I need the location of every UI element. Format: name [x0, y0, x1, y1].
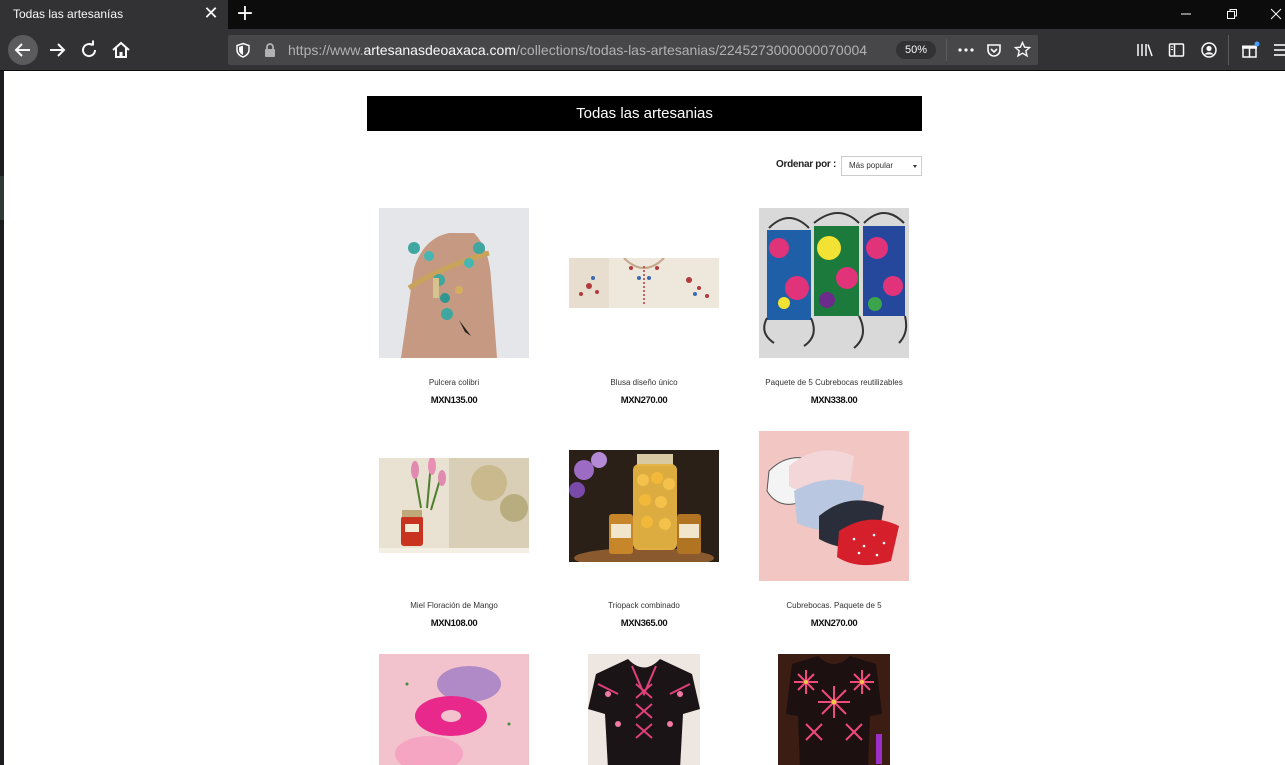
back-button[interactable] [8, 35, 38, 65]
menu-icon[interactable] [1273, 42, 1285, 58]
product-price: MXN108.00 [430, 618, 478, 629]
chevron-down-icon [913, 165, 917, 168]
tab-strip: Todas las artesanías ✕ + [0, 0, 1285, 29]
product-image-bracelet[interactable] [379, 208, 529, 358]
product-image-triopack[interactable] [569, 450, 719, 562]
url-prefix: https://www. [288, 42, 364, 58]
zoom-indicator[interactable]: 50% [896, 41, 936, 59]
sidebar-icon[interactable] [1168, 42, 1186, 58]
address-bar[interactable]: https://www.artesanasdeoaxaca.com/collec… [228, 35, 1038, 65]
collection-title: Todas las artesanias [367, 96, 922, 131]
restore-icon[interactable] [1222, 4, 1242, 24]
active-tab[interactable]: Todas las artesanías ✕ [0, 0, 228, 29]
navigation-toolbar: https://www.artesanasdeoaxaca.com/collec… [0, 29, 1285, 71]
bookmark-star-icon[interactable] [1014, 41, 1031, 58]
forward-button[interactable] [42, 35, 72, 65]
forward-arrow-icon [50, 43, 66, 57]
sort-dropdown-value: Más popular [849, 161, 894, 170]
url-path: /collections/todas-las-artesanias/224527… [516, 42, 868, 58]
product-name[interactable]: Miel Floración de Mango [359, 601, 549, 610]
product-price: MXN270.00 [620, 395, 668, 406]
library-icon[interactable] [1136, 42, 1154, 58]
back-arrow-icon [14, 43, 30, 57]
product-price: MXN135.00 [430, 395, 478, 406]
sort-label: Ordenar por : [776, 159, 836, 170]
extensions-icon[interactable] [1241, 40, 1261, 60]
close-window-icon[interactable] [1266, 4, 1285, 24]
product-image-blouse[interactable] [569, 258, 719, 308]
urlbar-divider [946, 39, 947, 61]
product-name[interactable]: Cubrebocas. Paquete de 5 [739, 601, 929, 610]
product-name[interactable]: Pulcera colibri [359, 378, 549, 387]
product-image-embroidered-blouse[interactable] [588, 654, 700, 765]
product-price: MXN365.00 [620, 618, 668, 629]
product-name[interactable]: Paquete de 5 Cubrebocas reutilizables [739, 378, 929, 387]
product-name[interactable]: Blusa diseño único [549, 378, 739, 387]
sort-dropdown[interactable]: Más popular [841, 156, 922, 176]
account-icon[interactable] [1200, 41, 1218, 59]
shield-icon[interactable] [235, 42, 251, 58]
toolbar-divider [1228, 35, 1229, 65]
product-image-masks[interactable] [759, 208, 909, 358]
url-domain: artesanasdeoaxaca.com [363, 42, 517, 58]
product-image-masks-pack[interactable] [759, 431, 909, 581]
url-text[interactable]: https://www.artesanasdeoaxaca.com/collec… [288, 42, 867, 58]
home-icon [112, 41, 130, 58]
lock-icon[interactable] [262, 42, 278, 58]
reload-icon [82, 40, 97, 58]
product-image-honey[interactable] [379, 458, 529, 553]
product-image-scrunchies[interactable] [379, 654, 529, 765]
more-dots-icon[interactable] [957, 42, 975, 58]
product-image-embroidered-huipil[interactable] [778, 654, 890, 765]
product-price: MXN270.00 [810, 618, 858, 629]
pocket-icon[interactable] [986, 42, 1002, 58]
tab-title: Todas las artesanías [13, 7, 124, 21]
reload-button[interactable] [74, 35, 104, 65]
new-tab-button[interactable]: + [234, 2, 256, 26]
product-name[interactable]: Triopack combinado [549, 601, 739, 610]
home-button[interactable] [106, 35, 136, 65]
page-content: Todas las artesanias Ordenar por : Más p… [4, 71, 1285, 765]
product-price: MXN338.00 [810, 395, 858, 406]
minimize-icon[interactable] [1176, 4, 1196, 24]
tab-close-button[interactable]: ✕ [202, 3, 220, 25]
